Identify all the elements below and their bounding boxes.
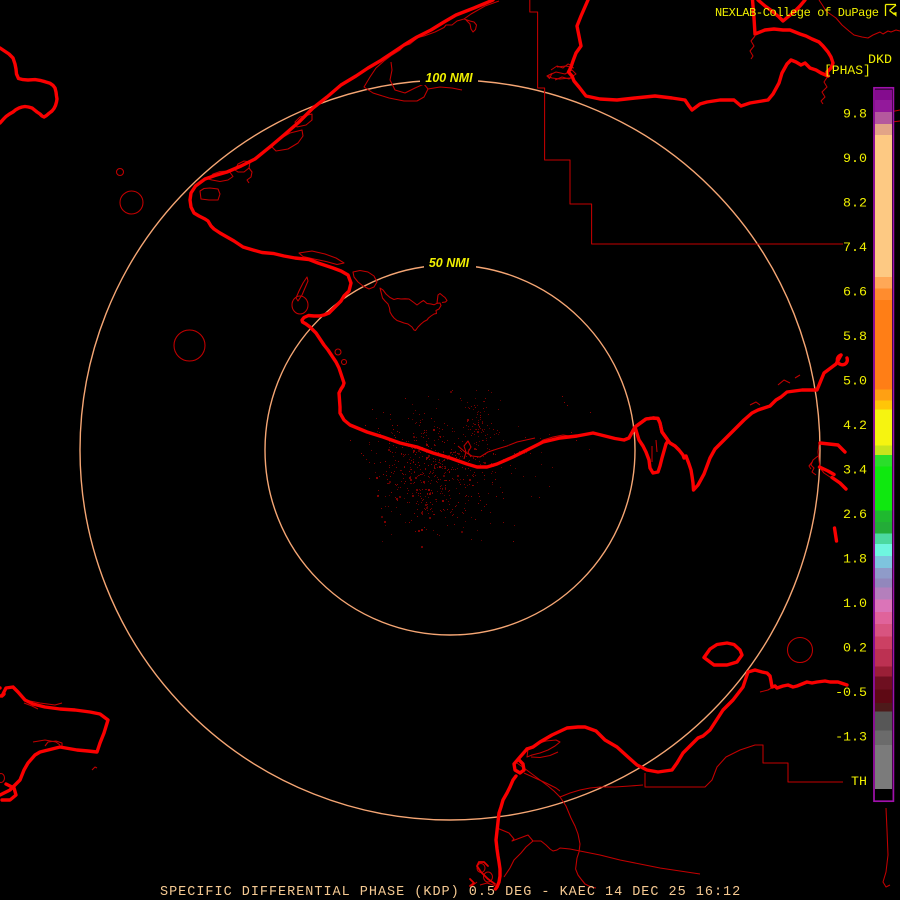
svg-text:4.2: 4.2 (843, 418, 867, 433)
svg-text:1.8: 1.8 (843, 552, 867, 567)
svg-text:2.6: 2.6 (843, 507, 867, 522)
svg-text:5.0: 5.0 (843, 374, 867, 389)
svg-text:0.2: 0.2 (843, 641, 867, 656)
svg-text:-1.3: -1.3 (835, 730, 867, 745)
svg-text:NEXLAB-College of DuPage: NEXLAB-College of DuPage (715, 6, 879, 20)
svg-text:7.4: 7.4 (843, 240, 867, 255)
svg-text:5.8: 5.8 (843, 329, 867, 344)
svg-text:9.0: 9.0 (843, 151, 867, 166)
svg-text:100 NMI: 100 NMI (425, 71, 473, 85)
svg-text:8.2: 8.2 (843, 196, 867, 211)
svg-text:[PHAS]: [PHAS] (824, 63, 871, 78)
svg-text:3.4: 3.4 (843, 463, 867, 478)
svg-text:SPECIFIC DIFFERENTIAL PHASE (K: SPECIFIC DIFFERENTIAL PHASE (KDP) 0.5 DE… (160, 885, 741, 900)
svg-text:TH: TH (851, 774, 867, 789)
svg-text:1.0: 1.0 (843, 596, 867, 611)
svg-text:DKD: DKD (868, 52, 892, 67)
svg-text:9.8: 9.8 (843, 107, 867, 122)
svg-text:6.6: 6.6 (843, 285, 867, 300)
svg-text:-0.5: -0.5 (835, 685, 867, 700)
svg-text:50 NMI: 50 NMI (429, 256, 470, 270)
